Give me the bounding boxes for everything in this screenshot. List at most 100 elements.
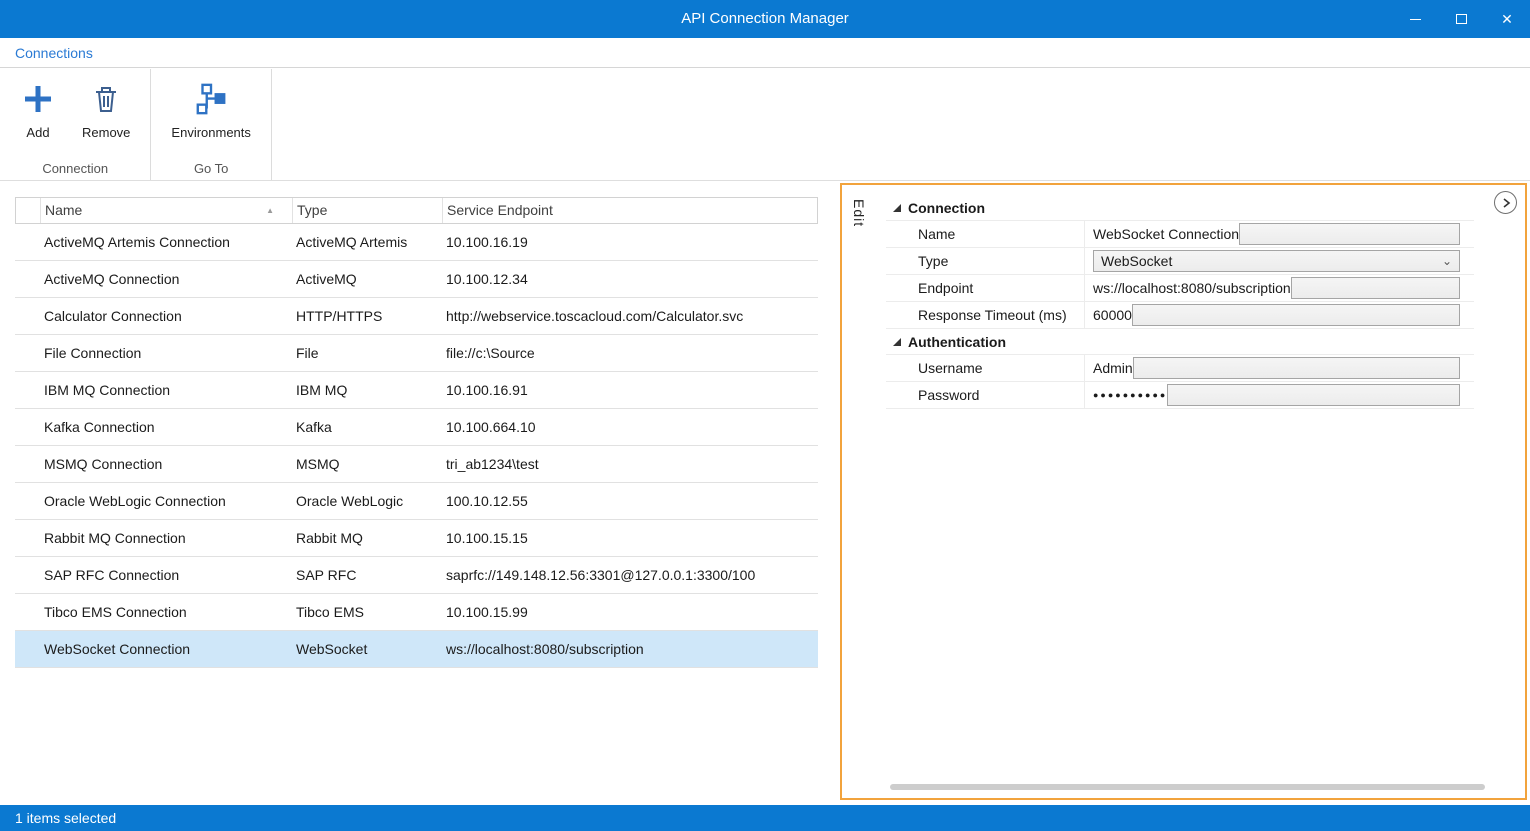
cell-endpoint[interactable]: 10.100.664.10 <box>442 419 818 435</box>
table-row[interactable]: SAP RFC Connection SAP RFC saprfc://149.… <box>15 557 818 594</box>
table-row[interactable]: ActiveMQ Connection ActiveMQ 10.100.12.3… <box>15 261 818 298</box>
window-title: API Connection Manager <box>681 0 849 38</box>
table-row[interactable]: IBM MQ Connection IBM MQ 10.100.16.91 <box>15 372 818 409</box>
cell-endpoint[interactable]: 10.100.15.99 <box>442 604 818 620</box>
property-value-cell[interactable]: WebSocket Connection <box>1085 221 1474 247</box>
property-grid: Connection Name WebSocket Connection Typ… <box>886 195 1474 409</box>
cell-type[interactable]: Oracle WebLogic <box>292 493 442 509</box>
edit-panel: Edit Connection Name WebSocket Connectio… <box>840 183 1527 800</box>
remove-button[interactable]: Remove <box>72 77 140 144</box>
cell-endpoint[interactable]: tri_ab1234\test <box>442 456 818 472</box>
cell-endpoint[interactable]: saprfc://149.148.12.56:3301@127.0.0.1:33… <box>442 567 818 583</box>
cell-type[interactable]: ActiveMQ Artemis <box>292 234 442 250</box>
property-label: Name <box>886 221 1085 247</box>
tab-connections[interactable]: Connections <box>15 38 93 68</box>
cell-type[interactable]: MSMQ <box>292 456 442 472</box>
property-value[interactable]: WebSocket Connection <box>1093 221 1239 247</box>
cell-name[interactable]: IBM MQ Connection <box>40 382 292 398</box>
table-row[interactable]: File Connection File file://c:\Source <box>15 335 818 372</box>
table-row[interactable]: WebSocket Connection WebSocket ws://loca… <box>15 631 818 668</box>
ribbon-group-label-connection: Connection <box>0 161 150 176</box>
cell-name[interactable]: ActiveMQ Connection <box>40 271 292 287</box>
cell-endpoint[interactable]: file://c:\Source <box>442 345 818 361</box>
property-row: Response Timeout (ms) 60000 <box>886 302 1474 329</box>
grid-body: ActiveMQ Artemis Connection ActiveMQ Art… <box>15 224 818 668</box>
cell-type[interactable]: IBM MQ <box>292 382 442 398</box>
property-group-header[interactable]: Authentication <box>886 329 1474 355</box>
cell-name[interactable]: Calculator Connection <box>40 308 292 324</box>
ribbon-group-label-goto: Go To <box>151 161 270 176</box>
cell-type[interactable]: WebSocket <box>292 641 442 657</box>
type-dropdown[interactable] <box>1291 277 1460 299</box>
type-dropdown[interactable] <box>1132 304 1460 326</box>
type-dropdown[interactable] <box>1239 223 1460 245</box>
cell-type[interactable]: HTTP/HTTPS <box>292 308 442 324</box>
type-dropdown[interactable]: WebSocket ⌄ <box>1093 250 1460 272</box>
environments-button-label: Environments <box>171 125 250 140</box>
column-header-name[interactable]: Name ▲ <box>41 198 293 223</box>
cell-type[interactable]: SAP RFC <box>292 567 442 583</box>
column-header-endpoint[interactable]: Service Endpoint <box>443 198 817 223</box>
column-header-type-label: Type <box>297 202 327 218</box>
panel-collapse-button[interactable] <box>1494 191 1517 214</box>
table-row[interactable]: Kafka Connection Kafka 10.100.664.10 <box>15 409 818 446</box>
grid-header: Name ▲ Type Service Endpoint <box>15 197 818 224</box>
table-row[interactable]: Tibco EMS Connection Tibco EMS 10.100.15… <box>15 594 818 631</box>
property-group-header[interactable]: Connection <box>886 195 1474 221</box>
cell-type[interactable]: Kafka <box>292 419 442 435</box>
property-row: Name WebSocket Connection <box>886 221 1474 248</box>
ribbon-group-connection: Add Remove Connection <box>0 69 151 180</box>
cell-name[interactable]: Oracle WebLogic Connection <box>40 493 292 509</box>
table-row[interactable]: MSMQ Connection MSMQ tri_ab1234\test <box>15 446 818 483</box>
environments-button[interactable]: Environments <box>161 77 260 144</box>
property-value-cell[interactable]: WebSocket ⌄ <box>1085 248 1474 274</box>
edit-panel-label: Edit <box>851 199 867 227</box>
cell-type[interactable]: ActiveMQ <box>292 271 442 287</box>
cell-name[interactable]: SAP RFC Connection <box>40 567 292 583</box>
minimize-button[interactable] <box>1392 0 1438 38</box>
scrollbar-thumb[interactable] <box>890 784 1485 790</box>
add-button[interactable]: Add <box>10 77 66 144</box>
expander-icon[interactable] <box>893 204 901 212</box>
cell-endpoint[interactable]: http://webservice.toscacloud.com/Calcula… <box>442 308 818 324</box>
cell-endpoint[interactable]: 100.10.12.55 <box>442 493 818 509</box>
cell-endpoint[interactable]: 10.100.16.19 <box>442 234 818 250</box>
property-row: Type WebSocket ⌄ <box>886 248 1474 275</box>
cell-name[interactable]: ActiveMQ Artemis Connection <box>40 234 292 250</box>
table-row[interactable]: Calculator Connection HTTP/HTTPS http://… <box>15 298 818 335</box>
property-value[interactable]: ws://localhost:8080/subscription <box>1093 275 1291 301</box>
close-button[interactable]: ✕ <box>1484 0 1530 38</box>
property-value[interactable]: 60000 <box>1093 302 1132 328</box>
property-value-cell[interactable]: Admin <box>1085 355 1474 381</box>
property-value-cell[interactable]: ws://localhost:8080/subscription <box>1085 275 1474 301</box>
cell-endpoint[interactable]: ws://localhost:8080/subscription <box>442 641 818 657</box>
row-selector-header[interactable] <box>16 198 41 223</box>
expander-icon[interactable] <box>893 338 901 346</box>
cell-type[interactable]: Rabbit MQ <box>292 530 442 546</box>
cell-type[interactable]: File <box>292 345 442 361</box>
horizontal-scrollbar[interactable] <box>890 784 1497 790</box>
cell-name[interactable]: WebSocket Connection <box>40 641 292 657</box>
cell-endpoint[interactable]: 10.100.12.34 <box>442 271 818 287</box>
property-value-cell[interactable]: ●●●●●●●●●● <box>1085 382 1474 408</box>
table-row[interactable]: Rabbit MQ Connection Rabbit MQ 10.100.15… <box>15 520 818 557</box>
cell-name[interactable]: File Connection <box>40 345 292 361</box>
property-value-cell[interactable]: 60000 <box>1085 302 1474 328</box>
property-value[interactable]: ●●●●●●●●●● <box>1093 382 1167 408</box>
cell-name[interactable]: Kafka Connection <box>40 419 292 435</box>
property-value[interactable]: Admin <box>1093 355 1133 381</box>
table-row[interactable]: ActiveMQ Artemis Connection ActiveMQ Art… <box>15 224 818 261</box>
table-row[interactable]: Oracle WebLogic Connection Oracle WebLog… <box>15 483 818 520</box>
type-dropdown[interactable] <box>1167 384 1460 406</box>
column-header-type[interactable]: Type <box>293 198 443 223</box>
cell-endpoint[interactable]: 10.100.16.91 <box>442 382 818 398</box>
cell-name[interactable]: Tibco EMS Connection <box>40 604 292 620</box>
cell-name[interactable]: Rabbit MQ Connection <box>40 530 292 546</box>
selection-count: 1 items selected <box>15 810 116 826</box>
maximize-button[interactable] <box>1438 0 1484 38</box>
cell-name[interactable]: MSMQ Connection <box>40 456 292 472</box>
cell-type[interactable]: Tibco EMS <box>292 604 442 620</box>
cell-endpoint[interactable]: 10.100.15.15 <box>442 530 818 546</box>
column-header-name-label: Name <box>45 202 82 218</box>
type-dropdown[interactable] <box>1133 357 1460 379</box>
